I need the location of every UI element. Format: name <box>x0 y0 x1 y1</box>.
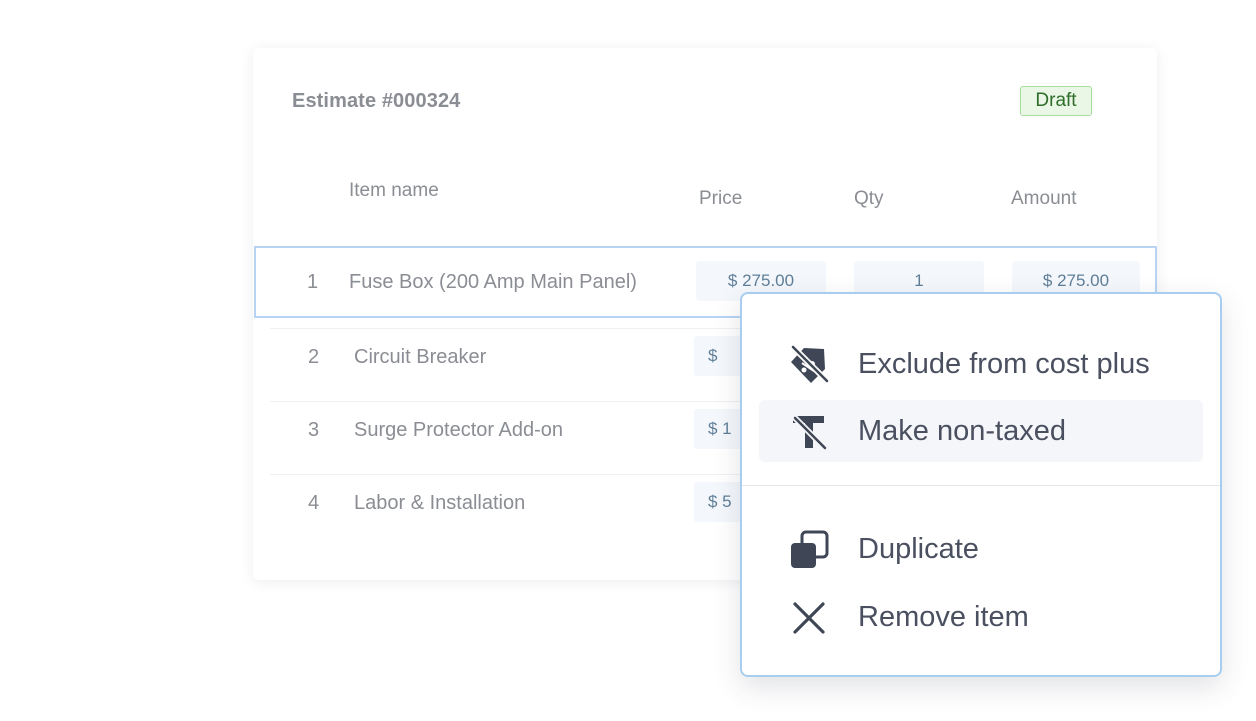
column-header-price: Price <box>699 188 743 209</box>
screen: Estimate #000324 Draft Item name Price Q… <box>0 0 1256 721</box>
duplicate-icon <box>787 528 831 572</box>
item-name[interactable]: Circuit Breaker <box>354 346 486 369</box>
menu-item-duplicate[interactable]: Duplicate <box>759 518 1203 580</box>
row-number: 2 <box>308 346 320 368</box>
row-number: 4 <box>308 492 320 514</box>
menu-item-label: Exclude from cost plus <box>858 348 1150 380</box>
item-name[interactable]: Surge Protector Add-on <box>354 419 563 442</box>
status-badge: Draft <box>1020 86 1092 116</box>
column-header-qty: Qty <box>854 188 884 209</box>
tax-off-icon <box>787 410 831 454</box>
row-number: 1 <box>307 271 319 293</box>
menu-divider <box>742 485 1220 486</box>
menu-item-label: Make non-taxed <box>858 415 1066 447</box>
column-header-item-name: Item name <box>349 180 439 201</box>
column-header-amount: Amount <box>1011 188 1077 209</box>
item-name[interactable]: Fuse Box (200 Amp Main Panel) <box>349 271 637 294</box>
context-menu: Exclude from cost plus Make non-taxed Du… <box>740 292 1222 677</box>
menu-item-label: Duplicate <box>858 533 979 565</box>
close-icon <box>787 596 831 640</box>
estimate-title: Estimate #000324 <box>292 90 461 112</box>
menu-item-exclude-from-cost-plus[interactable]: Exclude from cost plus <box>759 333 1203 395</box>
tag-slash-icon <box>787 343 831 387</box>
menu-item-make-non-taxed[interactable]: Make non-taxed <box>759 400 1203 462</box>
row-number: 3 <box>308 419 320 441</box>
item-name[interactable]: Labor & Installation <box>354 492 525 515</box>
menu-item-remove-item[interactable]: Remove item <box>759 586 1203 648</box>
menu-item-label: Remove item <box>858 601 1029 633</box>
